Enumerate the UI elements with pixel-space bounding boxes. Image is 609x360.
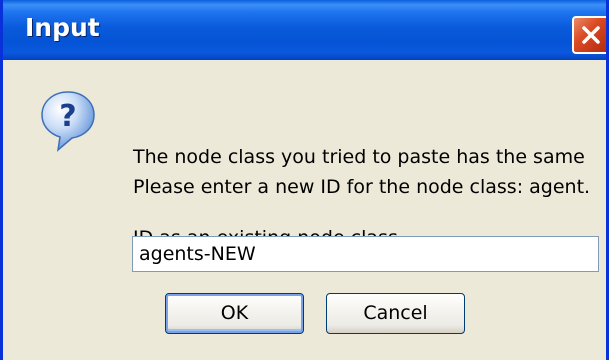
cancel-button[interactable]: Cancel — [326, 293, 465, 334]
question-mark-icon: ? — [41, 91, 95, 152]
dialog-prompt: Please enter a new ID for the node class… — [133, 176, 591, 198]
dialog-body: ? The node class you tried to paste has … — [6, 60, 606, 360]
window-title: Input — [25, 13, 100, 42]
new-id-input[interactable] — [132, 236, 599, 272]
ok-button[interactable]: OK — [165, 293, 304, 334]
close-button[interactable] — [572, 16, 606, 54]
message-line-1: The node class you tried to paste has th… — [133, 146, 585, 168]
svg-text:?: ? — [59, 99, 76, 134]
title-bar[interactable]: Input — [3, 0, 606, 60]
close-x-icon — [582, 26, 600, 44]
input-dialog-window: Input ? The node class you tried to past… — [0, 0, 609, 360]
